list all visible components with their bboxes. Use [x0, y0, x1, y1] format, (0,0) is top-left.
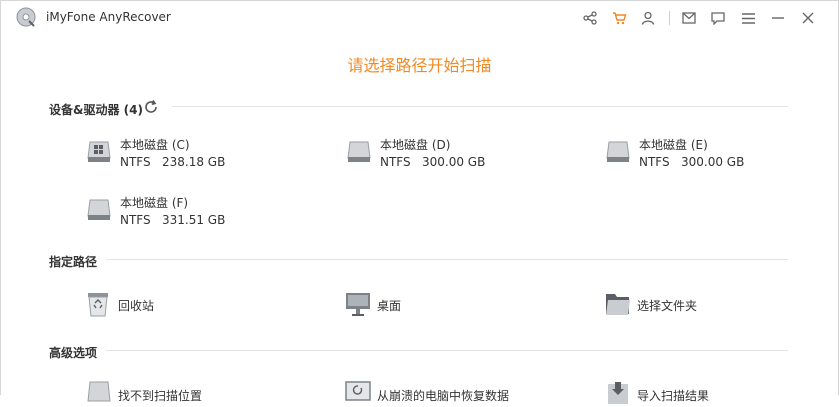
drive-f[interactable]: 本地磁盘 (F) NTFS 331.51 GB: [86, 194, 326, 234]
drive-icon: [87, 381, 111, 402]
page-heading: 请选择路径开始扫描: [347, 56, 492, 75]
app-logo-icon: [16, 7, 36, 27]
drive-icon: [606, 141, 630, 162]
drive-size: 300.00 GB: [681, 155, 745, 169]
feedback-icon[interactable]: [710, 10, 726, 26]
drive-c[interactable]: 本地磁盘 (C) NTFS 238.18 GB: [86, 136, 326, 176]
refresh-icon[interactable]: [143, 99, 159, 115]
path-label: 桌面: [377, 299, 402, 313]
recycle-bin-icon: [88, 293, 108, 317]
drive-filesystem: NTFS: [120, 155, 151, 169]
drive-name: 本地磁盘 (F): [120, 196, 189, 210]
section-title-devices: 设备&驱动器 (4): [49, 103, 143, 117]
drive-name: 本地磁盘 (D): [380, 138, 451, 152]
folder-icon: [606, 294, 630, 315]
close-icon[interactable]: [800, 10, 816, 26]
section-title-advanced: 高级选项: [49, 346, 98, 360]
share-icon[interactable]: [582, 10, 598, 26]
section-divider: [172, 106, 788, 107]
toolbar-divider: [669, 11, 670, 25]
path-label: 选择文件夹: [637, 299, 698, 313]
drive-name: 本地磁盘 (C): [120, 138, 190, 152]
section-divider: [106, 350, 788, 351]
drive-filesystem: NTFS: [120, 213, 151, 227]
cart-icon[interactable]: [611, 10, 627, 26]
section-title-paths: 指定路径: [49, 255, 98, 269]
drive-e[interactable]: 本地磁盘 (E) NTFS 300.00 GB: [605, 136, 839, 176]
crashed-pc-icon: [345, 381, 371, 401]
drive-icon: [87, 199, 111, 220]
drive-filesystem: NTFS: [380, 155, 411, 169]
app-title: iMyFone AnyRecover: [46, 10, 171, 24]
drive-name: 本地磁盘 (E): [639, 138, 708, 152]
import-icon: [608, 382, 628, 404]
system-drive-icon: [87, 141, 111, 162]
mail-icon[interactable]: [681, 10, 697, 26]
drive-icon: [347, 141, 371, 162]
drive-filesystem: NTFS: [639, 155, 670, 169]
title-bar: iMyFone AnyRecover: [0, 0, 839, 36]
desktop-icon: [346, 293, 370, 316]
user-icon[interactable]: [640, 10, 656, 26]
menu-icon[interactable]: [740, 10, 756, 26]
drive-size: 238.18 GB: [162, 155, 226, 169]
drive-size: 300.00 GB: [422, 155, 486, 169]
drive-size: 331.51 GB: [162, 213, 226, 227]
section-divider: [106, 259, 788, 260]
minimize-icon[interactable]: [770, 10, 786, 26]
drive-d[interactable]: 本地磁盘 (D) NTFS 300.00 GB: [346, 136, 586, 176]
path-label: 回收站: [118, 299, 155, 313]
